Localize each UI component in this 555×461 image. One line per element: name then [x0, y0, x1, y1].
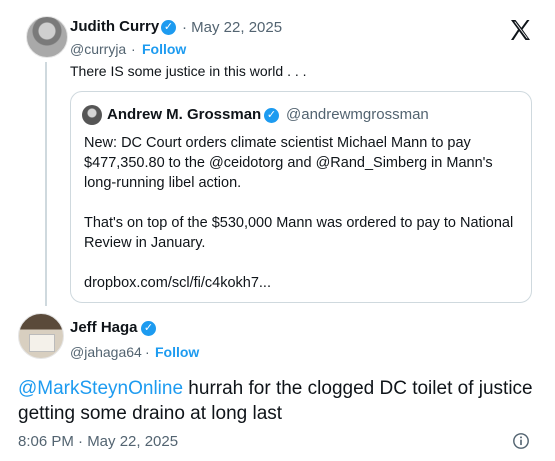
quoted-author-name: Andrew M. Grossman	[107, 106, 262, 123]
author-name[interactable]: Judith Curry	[70, 18, 159, 35]
quoted-author-handle: @andrewmgrossman	[286, 106, 429, 123]
separator-dot: ·	[131, 41, 136, 57]
author-handle[interactable]: @curryja	[70, 41, 126, 57]
quoted-tweet-text: New: DC Court orders climate scientist M…	[84, 133, 524, 313]
avatar-judith-curry[interactable]	[26, 16, 68, 58]
tweet-date[interactable]: · May 22, 2025	[182, 19, 282, 36]
follow-button[interactable]: Follow	[155, 344, 199, 360]
main-tweet-text: @MarkSteynOnline hurrah for the clogged …	[18, 376, 538, 426]
follow-button[interactable]: Follow	[142, 41, 186, 57]
quoted-link[interactable]: dropbox.com/scl/fi/c4kokh7...	[84, 273, 524, 293]
info-icon[interactable]	[512, 432, 530, 450]
mention-link[interactable]: @MarkSteynOnline	[18, 378, 183, 399]
verified-badge-icon: ✓	[264, 108, 279, 123]
quoted-paragraph: That's on top of the $530,000 Mann was o…	[84, 215, 514, 251]
separator-dot: ·	[145, 344, 150, 360]
verified-badge-icon: ✓	[161, 20, 176, 35]
quoted-paragraph: New: DC Court orders climate scientist M…	[84, 135, 493, 191]
avatar-jeff-haga[interactable]	[18, 313, 64, 359]
tweet-timestamp[interactable]: 8:06 PM · May 22, 2025	[18, 433, 178, 450]
thread-connector-line	[45, 62, 47, 306]
x-logo-icon[interactable]	[508, 18, 532, 42]
author-handle[interactable]: @jahaga64	[70, 344, 142, 360]
tweet-text: There IS some justice in this world . . …	[70, 63, 307, 79]
author-name[interactable]: Jeff Haga	[70, 319, 138, 336]
verified-badge-icon: ✓	[141, 321, 156, 336]
avatar-andrew-grossman	[82, 105, 102, 125]
